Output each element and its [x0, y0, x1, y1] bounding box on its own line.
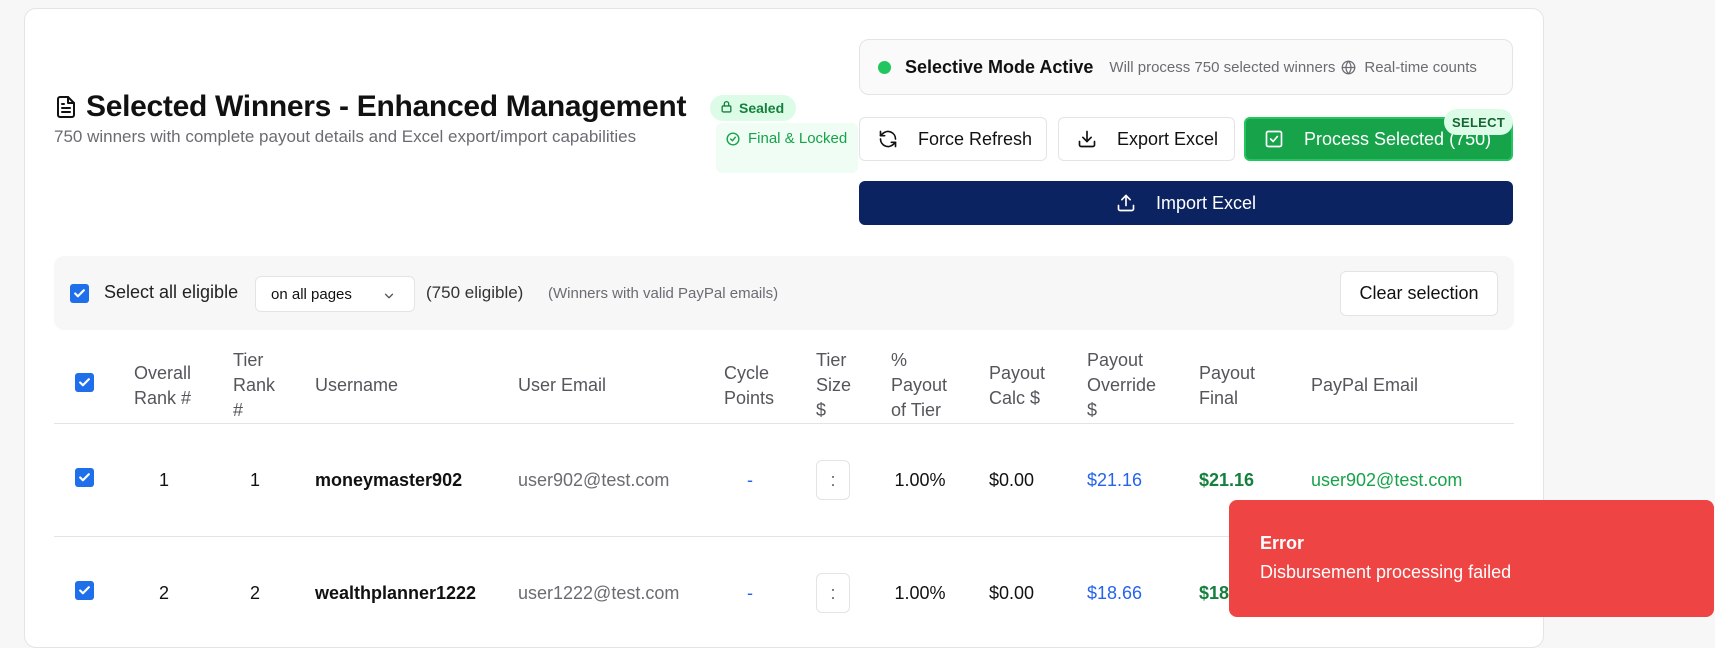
- lock-icon: [720, 100, 733, 116]
- toast-message: Disbursement processing failed: [1260, 562, 1512, 582]
- user-email-cell: user1222@test.com: [518, 583, 680, 603]
- username-cell: moneymaster902: [315, 470, 463, 490]
- realtime-label: Real-time counts: [1364, 58, 1477, 76]
- scope-select[interactable]: on all pages: [255, 276, 415, 312]
- tier-size-button[interactable]: :: [816, 573, 850, 613]
- paypal-email-cell: user902@test.com: [1311, 470, 1463, 490]
- col-username[interactable]: Username: [315, 373, 398, 398]
- selection-bar: Select all eligible on all pages (750 el…: [54, 256, 1514, 330]
- col-user-email[interactable]: User Email: [518, 373, 606, 398]
- col-payout-override[interactable]: Payout Override $: [1087, 348, 1167, 423]
- error-toast[interactable]: Error Disbursement processing failed: [1229, 500, 1714, 617]
- payout-calc-cell: $0.00: [989, 583, 1035, 603]
- select-all-label: Select all eligible: [104, 282, 239, 302]
- tier-rank-cell: 2: [249, 583, 260, 603]
- refresh-icon: [879, 130, 897, 148]
- check-icon: [79, 473, 90, 482]
- import-excel-label: Import Excel: [1155, 192, 1257, 213]
- col-tier-rank[interactable]: Tier Rank #: [233, 348, 283, 423]
- table-header-divider: [54, 423, 1514, 424]
- force-refresh-button[interactable]: Force Refresh: [859, 117, 1047, 161]
- check-icon: [79, 378, 90, 387]
- globe-icon: [1341, 60, 1356, 75]
- page-header: Selected Winners - Enhanced Management: [54, 90, 686, 124]
- final-locked-label: Final & Locked: [748, 130, 848, 147]
- check-icon: [79, 586, 90, 595]
- download-icon: [1078, 130, 1096, 148]
- cycle-points-cell: -: [747, 470, 753, 490]
- eligible-note: (Winners with valid PayPal emails): [548, 285, 779, 302]
- page-title: Selected Winners - Enhanced Management: [86, 90, 687, 123]
- col-tier-size[interactable]: Tier Size $: [816, 348, 866, 423]
- status-dot-icon: [878, 60, 891, 74]
- selective-mode-status: Selective Mode Active Will process 750 s…: [859, 39, 1513, 95]
- force-refresh-label: Force Refresh: [918, 128, 1033, 149]
- pct-payout-cell: 1.00%: [894, 583, 946, 603]
- export-excel-button[interactable]: Export Excel: [1058, 117, 1235, 161]
- row-select-checkbox[interactable]: [75, 581, 94, 600]
- col-pct-payout[interactable]: % Payout of Tier: [891, 348, 961, 423]
- col-overall-rank[interactable]: Overall Rank #: [134, 361, 204, 411]
- select-mode-tag: SELECT: [1444, 109, 1514, 135]
- sealed-badge: Sealed: [710, 95, 797, 121]
- overall-rank-cell: 1: [158, 470, 169, 490]
- col-cycle-points[interactable]: Cycle Points: [724, 361, 784, 411]
- mode-description: Will process 750 selected winners: [1109, 58, 1336, 76]
- check-circle-icon: [726, 132, 740, 152]
- checkbox-check-icon: [1265, 130, 1283, 148]
- username-cell: wealthplanner1222: [315, 583, 477, 603]
- document-icon: [54, 95, 78, 119]
- chevron-down-icon: [384, 293, 394, 299]
- tier-size-button[interactable]: :: [816, 460, 850, 500]
- tier-rank-cell: 1: [249, 470, 260, 490]
- upload-icon: [1117, 194, 1135, 212]
- sealed-label: Sealed: [739, 100, 785, 116]
- final-locked-badge: Final & Locked: [716, 123, 858, 173]
- payout-final-cell: $18: [1199, 583, 1230, 603]
- col-payout-final[interactable]: Payout Final: [1199, 361, 1269, 411]
- mode-title: Selective Mode Active: [905, 56, 1094, 77]
- payout-override-cell[interactable]: $21.16: [1087, 470, 1142, 491]
- cycle-points-cell: -: [747, 583, 753, 603]
- check-icon: [74, 289, 85, 298]
- page-subtitle: 750 winners with complete payout details…: [54, 127, 637, 146]
- col-paypal-email[interactable]: PayPal Email: [1311, 373, 1418, 398]
- payout-final-cell: $21.16: [1199, 470, 1255, 490]
- toast-title: Error: [1260, 533, 1305, 553]
- clear-selection-button[interactable]: Clear selection: [1340, 271, 1498, 316]
- export-excel-label: Export Excel: [1117, 128, 1219, 149]
- payout-override-cell[interactable]: $18.66: [1087, 583, 1142, 604]
- overall-rank-cell: 2: [158, 583, 169, 603]
- eligible-count: (750 eligible): [426, 283, 524, 302]
- col-payout-calc[interactable]: Payout Calc $: [989, 361, 1059, 411]
- import-excel-button[interactable]: Import Excel: [859, 181, 1513, 225]
- user-email-cell: user902@test.com: [518, 470, 670, 490]
- row-select-checkbox[interactable]: [75, 468, 94, 487]
- payout-calc-cell: $0.00: [989, 470, 1035, 490]
- pct-payout-cell: 1.00%: [894, 470, 946, 490]
- header-select-checkbox[interactable]: [75, 373, 94, 392]
- select-all-checkbox[interactable]: [70, 284, 89, 303]
- scope-select-value: on all pages: [271, 285, 352, 303]
